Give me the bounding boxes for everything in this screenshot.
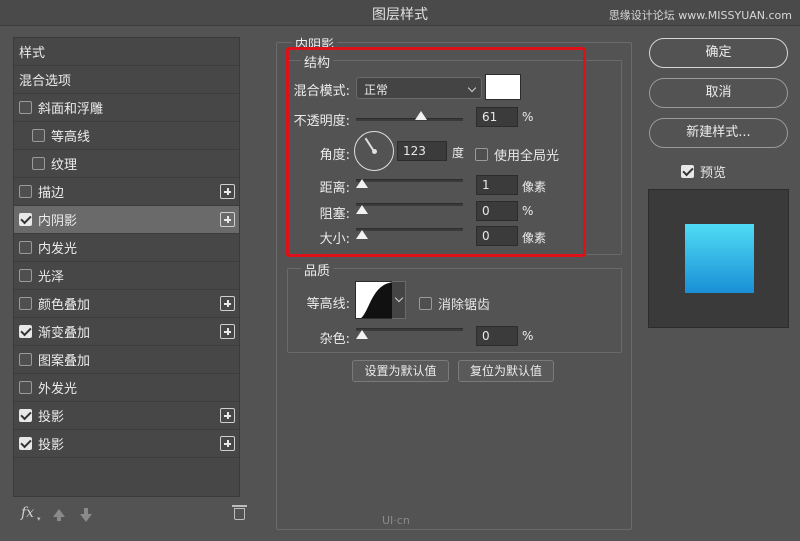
style-item-checkbox[interactable] xyxy=(19,241,32,254)
style-item-label: 投影 xyxy=(38,438,65,453)
set-default-button[interactable]: 设置为默认值 xyxy=(352,360,449,382)
style-item-label: 等高线 xyxy=(51,130,91,145)
style-item[interactable]: 斜面和浮雕 xyxy=(14,94,239,122)
style-item-label: 图案叠加 xyxy=(38,354,91,369)
preview-label: 预览 xyxy=(700,166,727,181)
contour-curve-icon xyxy=(360,282,392,318)
style-item-checkbox[interactable] xyxy=(32,129,45,142)
style-item-label: 斜面和浮雕 xyxy=(38,102,104,117)
quality-title: 品质 xyxy=(301,260,334,279)
styles-toolbar: fx ▾ xyxy=(13,503,247,527)
style-item[interactable]: 投影 xyxy=(14,430,239,458)
new-style-button[interactable]: 新建样式... xyxy=(649,118,788,148)
style-item[interactable]: 内发光 xyxy=(14,234,239,262)
style-item-label: 光泽 xyxy=(38,270,65,285)
fx-dropdown-icon: ▾ xyxy=(37,515,41,523)
style-item[interactable]: 样式 xyxy=(14,38,239,66)
noise-slider-track[interactable] xyxy=(356,328,463,331)
style-item-label: 内阴影 xyxy=(38,214,78,229)
style-item-checkbox[interactable] xyxy=(19,325,32,338)
add-effect-icon[interactable] xyxy=(220,212,235,227)
style-item-label: 样式 xyxy=(19,46,46,61)
add-effect-icon[interactable] xyxy=(220,296,235,311)
style-item-label: 外发光 xyxy=(38,382,78,397)
style-item-checkbox[interactable] xyxy=(19,297,32,310)
highlight-annotation-box xyxy=(286,47,586,257)
style-item[interactable]: 投影 xyxy=(14,402,239,430)
styles-list: 样式混合选项斜面和浮雕等高线纹理描边内阴影内发光光泽颜色叠加渐变叠加图案叠加外发… xyxy=(13,37,240,497)
style-item[interactable]: 等高线 xyxy=(14,122,239,150)
style-item-label: 渐变叠加 xyxy=(38,326,91,341)
add-effect-icon[interactable] xyxy=(220,184,235,199)
style-preview xyxy=(648,189,789,328)
add-effect-icon[interactable] xyxy=(220,324,235,339)
style-item[interactable]: 颜色叠加 xyxy=(14,290,239,318)
contour-preview[interactable] xyxy=(355,281,393,319)
add-effect-icon[interactable] xyxy=(220,436,235,451)
style-item-label: 投影 xyxy=(38,410,65,425)
move-up-icon-stem xyxy=(57,516,61,521)
contour-dropdown[interactable] xyxy=(392,281,406,319)
style-item-label: 描边 xyxy=(38,186,65,201)
cancel-button[interactable]: 取消 xyxy=(649,78,788,108)
fx-menu-button[interactable]: fx xyxy=(21,505,34,521)
noise-slider-thumb[interactable] xyxy=(356,330,368,339)
style-item[interactable]: 图案叠加 xyxy=(14,346,239,374)
style-item-checkbox[interactable] xyxy=(32,157,45,170)
style-item-checkbox[interactable] xyxy=(19,213,32,226)
style-item-checkbox[interactable] xyxy=(19,185,32,198)
anti-alias-label: 消除锯齿 xyxy=(438,298,491,313)
trash-icon[interactable] xyxy=(232,505,247,520)
preview-thumbnail xyxy=(685,224,754,293)
noise-input[interactable]: 0 xyxy=(476,326,518,346)
style-item-label: 内发光 xyxy=(38,242,78,257)
style-item-checkbox[interactable] xyxy=(19,269,32,282)
style-item-checkbox[interactable] xyxy=(19,101,32,114)
anti-alias-checkbox[interactable] xyxy=(419,297,432,310)
style-item-label: 混合选项 xyxy=(19,74,72,89)
watermark-text: 思缘设计论坛 www.MISSYUAN.com xyxy=(608,9,792,22)
style-item[interactable]: 外发光 xyxy=(14,374,239,402)
style-item[interactable]: 描边 xyxy=(14,178,239,206)
preview-checkbox[interactable] xyxy=(681,165,694,178)
noise-label: 杂色: xyxy=(319,332,350,347)
preview-toggle[interactable]: 预览 xyxy=(681,162,726,181)
style-item[interactable]: 内阴影 xyxy=(14,206,239,234)
add-effect-icon[interactable] xyxy=(220,408,235,423)
style-item-checkbox[interactable] xyxy=(19,381,32,394)
ok-button[interactable]: 确定 xyxy=(649,38,788,68)
style-item-label: 颜色叠加 xyxy=(38,298,91,313)
title-bar: 图层样式 思缘设计论坛 www.MISSYUAN.com xyxy=(0,0,800,26)
anti-alias-toggle[interactable]: 消除锯齿 xyxy=(419,294,490,313)
contour-label: 等高线: xyxy=(306,297,350,312)
chevron-down-icon xyxy=(394,293,404,303)
reset-default-button[interactable]: 复位为默认值 xyxy=(458,360,554,382)
noise-unit: % xyxy=(522,329,534,343)
style-item[interactable]: 光泽 xyxy=(14,262,239,290)
style-item-checkbox[interactable] xyxy=(19,409,32,422)
move-down-icon[interactable] xyxy=(80,514,92,522)
style-item-checkbox[interactable] xyxy=(19,353,32,366)
style-item[interactable]: 渐变叠加 xyxy=(14,318,239,346)
style-item[interactable]: 混合选项 xyxy=(14,66,239,94)
bottom-watermark: UI·cn xyxy=(382,514,410,527)
style-item[interactable]: 纹理 xyxy=(14,150,239,178)
style-item-checkbox[interactable] xyxy=(19,437,32,450)
style-item-label: 纹理 xyxy=(51,158,78,173)
